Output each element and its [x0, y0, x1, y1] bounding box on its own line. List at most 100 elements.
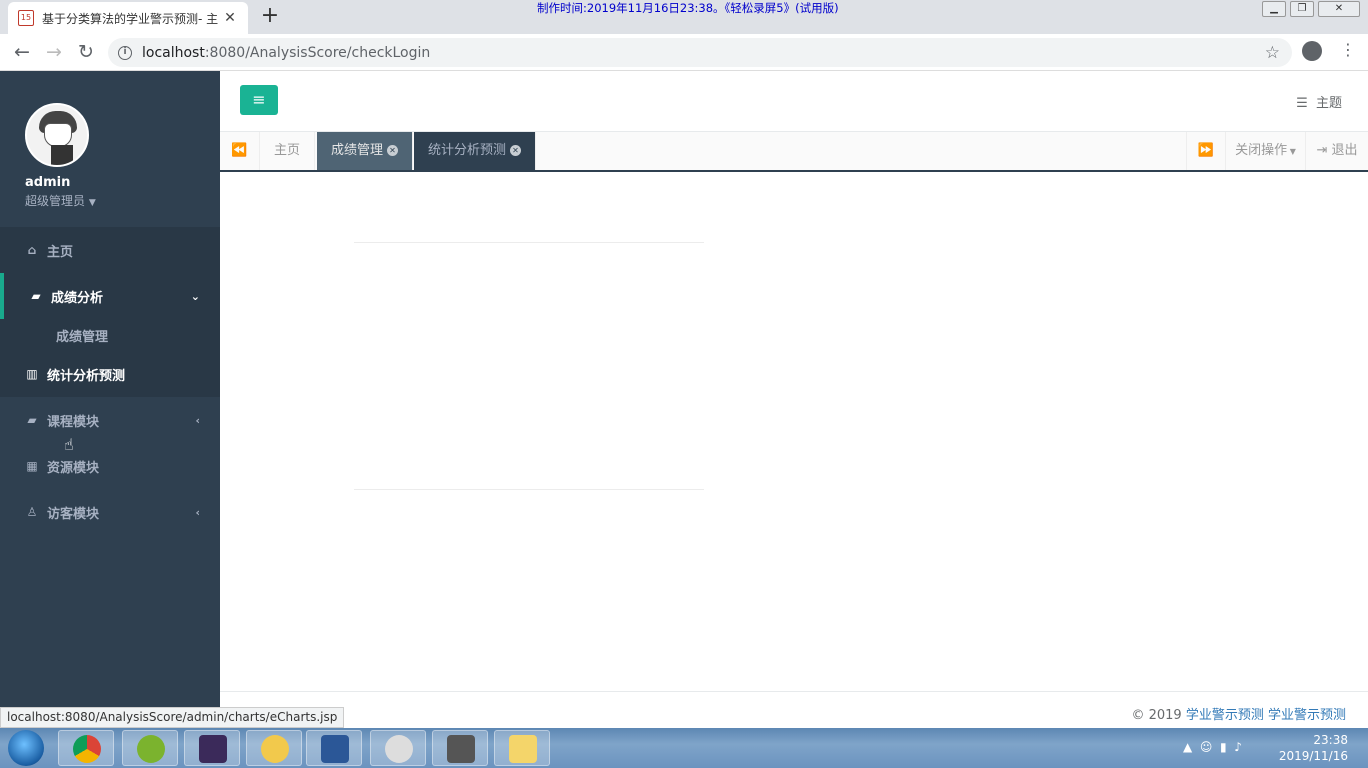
address-url[interactable]: localhost:8080/AnalysisScore/checkLogin — [142, 45, 430, 61]
tab-home[interactable]: 主页 — [260, 132, 316, 170]
image-glyph — [385, 735, 413, 763]
chrome-glyph — [73, 735, 101, 763]
url-path: :8080/AnalysisScore/checkLogin — [204, 44, 431, 61]
start-button-icon[interactable] — [8, 730, 44, 766]
footer-link[interactable]: 学业警示预测 — [1268, 708, 1346, 723]
chart-bottom-line — [354, 489, 704, 490]
image-taskbar-icon[interactable] — [370, 730, 426, 766]
wechat-glyph — [137, 735, 165, 763]
home-icon: ⌂ — [27, 243, 37, 257]
profile-avatar-icon[interactable] — [1302, 41, 1322, 61]
eclipse-glyph — [199, 735, 227, 763]
close-ops-label: 关闭操作 — [1235, 143, 1288, 158]
browser-tab[interactable]: 15 基于分类算法的学业警示预测- 主 ✕ — [8, 2, 248, 34]
browser-tab-strip: 15 基于分类算法的学业警示预测- 主 ✕ + 制作时间:2019年11月16日… — [0, 0, 1368, 34]
app-taskbar-icon[interactable] — [246, 730, 302, 766]
url-host: localhost — [142, 44, 205, 61]
theme-label: 主题 — [1315, 96, 1342, 111]
sidebar-item-label: 成绩管理 — [56, 329, 109, 345]
tab-close-icon[interactable]: ✕ — [387, 145, 399, 156]
site-info-icon[interactable]: i — [118, 45, 132, 60]
tabs-scroll-left-icon[interactable]: ⏪ — [220, 132, 260, 170]
content-tabs-bar: ⏪ 主页 成绩管理 ✕ 统计分析预测 ✕ ⏩ 关闭操作 ▼ ⇥ 退出 — [220, 132, 1368, 172]
sidebar-item-resource-module[interactable]: ▦ 资源模块 — [0, 443, 220, 489]
status-bar-url: localhost:8080/AnalysisScore/admin/chart… — [0, 707, 345, 728]
sidebar-item-visitor-module[interactable]: ♙ 访客模块 ‹ — [0, 489, 220, 535]
taskbar-clock[interactable]: 23:38 2019/11/16 — [1279, 732, 1348, 764]
new-tab-icon[interactable]: + — [258, 4, 282, 28]
bookmark-star-icon[interactable]: ☆ — [1265, 43, 1280, 63]
page-footer: © 2019 学业警示预测 学业警示预测 — [220, 691, 1368, 728]
sidebar-item-label: 统计分析预测 — [47, 368, 126, 384]
recording-watermark: 制作时间:2019年11月16日23:38。《轻松录屏5》(试用版) — [537, 1, 839, 15]
chrome-taskbar-icon[interactable] — [58, 730, 114, 766]
window-close-icon[interactable]: ✕ — [1318, 1, 1360, 17]
tab-label: 主页 — [274, 143, 301, 158]
sidebar-item-label: 资源模块 — [47, 460, 100, 476]
sidebar-item-label: 课程模块 — [47, 414, 100, 430]
top-navbar: ≡ ☰ 主题 — [220, 71, 1368, 132]
sidebar-item-course-module[interactable]: ▰ 课程模块 ‹ — [0, 397, 220, 443]
reload-icon[interactable]: ↻ — [74, 40, 98, 64]
chevron-down-icon: ⌄ — [190, 289, 200, 303]
browser-toolbar: ← → ↻ i localhost:8080/AnalysisScore/che… — [0, 34, 1368, 71]
tabs-scroll-right-icon[interactable]: ⏩ — [1186, 132, 1226, 170]
tab-score-management[interactable]: 成绩管理 ✕ — [317, 132, 414, 170]
address-bar[interactable]: i localhost:8080/AnalysisScore/checkLogi… — [108, 38, 1292, 67]
book-icon: ▰ — [27, 413, 37, 427]
forward-arrow-icon[interactable]: → — [42, 40, 66, 64]
system-tray-icons[interactable]: ▲ ☺ ▮ ♪ — [1183, 740, 1242, 754]
menu-toggle-button[interactable]: ≡ — [240, 85, 278, 115]
sidebar-item-statistics-prediction[interactable]: ▥ 统计分析预测 — [0, 351, 220, 397]
windows-taskbar: ▲ ☺ ▮ ♪ 23:38 2019/11/16 — [0, 728, 1368, 768]
footer-copyright: © 2019 — [1131, 708, 1182, 723]
logout-label: 退出 — [1331, 143, 1358, 158]
tab-close-icon[interactable]: ✕ — [510, 145, 522, 156]
app-glyph — [261, 735, 289, 763]
avatar[interactable] — [25, 103, 89, 167]
close-operations-dropdown[interactable]: 关闭操作 ▼ — [1226, 132, 1306, 170]
theme-icon: ☰ — [1296, 96, 1308, 111]
restore-icon[interactable]: ❐ — [1290, 1, 1314, 17]
explorer-taskbar-icon[interactable] — [494, 730, 550, 766]
folder-glyph — [509, 735, 537, 763]
eclipse-taskbar-icon[interactable] — [184, 730, 240, 766]
sidebar-subitem-score-management[interactable]: 成绩管理 — [0, 319, 220, 351]
browser-tab-title: 基于分类算法的学业警示预测- 主 — [42, 11, 219, 26]
chevron-left-icon: ‹ — [195, 505, 200, 519]
clock-date: 2019/11/16 — [1278, 749, 1348, 763]
close-tab-icon[interactable]: ✕ — [222, 10, 238, 26]
footer-text: © 2019 学业警示预测 学业警示预测 — [1131, 704, 1346, 723]
tool-taskbar-icon[interactable] — [432, 730, 488, 766]
avatar-face — [44, 123, 72, 147]
sidebar-item-score-analysis[interactable]: ▰ 成绩分析 ⌄ — [0, 273, 220, 319]
browser-menu-icon[interactable]: ⋮ — [1340, 40, 1356, 59]
clock-time: 23:38 — [1313, 733, 1348, 747]
user-role: 超级管理员 — [25, 194, 86, 208]
user-role-dropdown[interactable]: 超级管理员 ▼ — [25, 192, 220, 209]
book-icon: ▰ — [31, 289, 41, 303]
avatar-body — [51, 145, 73, 165]
wechat-taskbar-icon[interactable] — [122, 730, 178, 766]
logout-icon: ⇥ — [1316, 143, 1328, 158]
chart-top-line — [354, 242, 704, 243]
back-arrow-icon[interactable]: ← — [10, 40, 34, 64]
word-taskbar-icon[interactable] — [306, 730, 362, 766]
user-name: admin — [25, 175, 71, 190]
sidebar-menu: ⌂ 主页 ▰ 成绩分析 ⌄ 成绩管理 ▥ 统计分析预测 ▰ 课程模块 ‹ ▦ 资… — [0, 227, 220, 535]
caret-down-icon: ▼ — [88, 198, 96, 208]
theme-button[interactable]: ☰ 主题 — [1296, 92, 1342, 111]
mouse-pointer-icon: ☝ — [64, 435, 74, 454]
bar-chart-icon: ▥ — [26, 367, 38, 381]
person-icon: ♙ — [26, 505, 38, 519]
tab-statistics-prediction[interactable]: 统计分析预测 ✕ — [414, 132, 537, 170]
footer-link[interactable]: 学业警示预测 — [1186, 708, 1264, 723]
tab-label: 成绩管理 — [331, 143, 384, 158]
table-icon: ▦ — [26, 459, 38, 473]
chevron-left-icon: ‹ — [195, 413, 200, 427]
tool-glyph — [447, 735, 475, 763]
content-frame — [220, 174, 1368, 691]
logout-button[interactable]: ⇥ 退出 — [1306, 132, 1368, 170]
sidebar-item-home[interactable]: ⌂ 主页 — [0, 227, 220, 273]
minimize-icon[interactable]: ▁ — [1262, 1, 1286, 17]
